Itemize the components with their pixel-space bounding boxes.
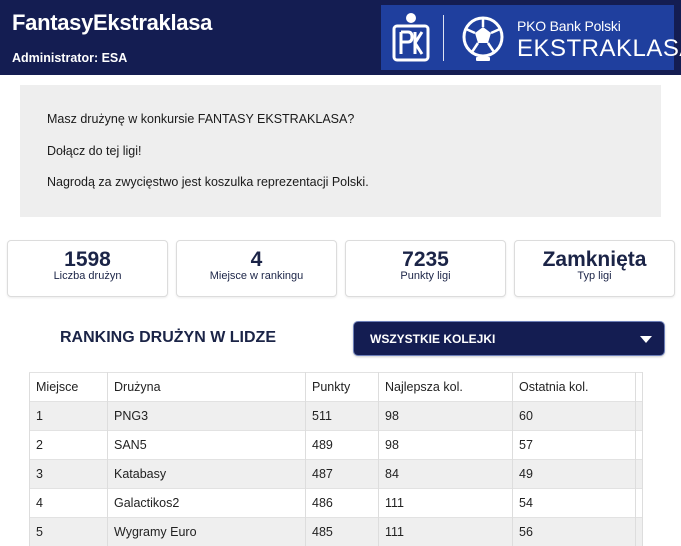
stat-value: 7235 (346, 248, 505, 272)
cell-rank: 1 (30, 402, 108, 431)
table-row[interactable]: 5 Wygramy Euro 485 111 56 (30, 518, 643, 546)
cell-rank: 3 (30, 460, 108, 489)
round-filter-dropdown[interactable]: WSZYSTKIE KOLEJKI (353, 321, 665, 356)
cell-points: 486 (306, 489, 379, 518)
cell-gutter (636, 431, 643, 460)
sponsor-banner[interactable]: PKO Bank Polski EKSTRAKLASA (381, 5, 674, 70)
cell-team[interactable]: Katabasy (108, 460, 306, 489)
cell-last-round: 56 (513, 518, 636, 546)
sponsor-subtitle: PKO Bank Polski (517, 18, 621, 34)
pko-bank-logo-icon (391, 10, 431, 65)
stat-value: 1598 (8, 248, 167, 272)
stat-card-teams: 1598 Liczba drużyn (7, 240, 168, 297)
ekstraklasa-ball-logo-icon (459, 15, 507, 63)
top-header: FantasyEkstraklasa Administrator: ESA PK… (0, 0, 681, 75)
sponsor-divider (443, 15, 444, 61)
stat-label: Liczba drużyn (8, 270, 167, 282)
cell-gutter (636, 518, 643, 546)
stat-card-rank: 4 Miejsce w rankingu (176, 240, 337, 297)
cell-gutter (636, 489, 643, 518)
table-header-row: Miejsce Drużyna Punkty Najlepsza kol. Os… (30, 373, 643, 402)
cell-points: 489 (306, 431, 379, 460)
column-header-rank[interactable]: Miejsce (30, 373, 108, 402)
cell-last-round: 57 (513, 431, 636, 460)
cell-last-round: 49 (513, 460, 636, 489)
ranking-table: Miejsce Drużyna Punkty Najlepsza kol. Os… (29, 372, 643, 546)
cell-best-round: 84 (379, 460, 513, 489)
stat-card-league-type: Zamknięta Typ ligi (514, 240, 675, 297)
table-row[interactable]: 2 SAN5 489 98 57 (30, 431, 643, 460)
cell-rank: 5 (30, 518, 108, 546)
info-join: Dołącz do tej ligi! (47, 144, 142, 158)
cell-rank: 2 (30, 431, 108, 460)
stat-card-points: 7235 Punkty ligi (345, 240, 506, 297)
info-question: Masz drużynę w konkursie FANTASY EKSTRAK… (47, 112, 354, 126)
table-row[interactable]: 1 PNG3 511 98 60 (30, 402, 643, 431)
cell-best-round: 98 (379, 402, 513, 431)
app-title[interactable]: FantasyEkstraklasa (12, 10, 212, 36)
round-filter-selected: WSZYSTKIE KOLEJKI (370, 332, 495, 346)
sponsor-title: EKSTRAKLASA (517, 35, 681, 63)
cell-team[interactable]: Wygramy Euro (108, 518, 306, 546)
column-header-last-round[interactable]: Ostatnia kol. (513, 373, 636, 402)
info-prize: Nagrodą za zwycięstwo jest koszulka repr… (47, 175, 369, 189)
cell-best-round: 111 (379, 489, 513, 518)
chevron-down-icon (640, 336, 652, 343)
stat-value: 4 (177, 248, 336, 272)
cell-last-round: 60 (513, 402, 636, 431)
table-row[interactable]: 3 Katabasy 487 84 49 (30, 460, 643, 489)
cell-points: 487 (306, 460, 379, 489)
cell-team[interactable]: Galactikos2 (108, 489, 306, 518)
administrator-label: Administrator: ESA (12, 51, 127, 65)
cell-team[interactable]: SAN5 (108, 431, 306, 460)
league-info-box: Masz drużynę w konkursie FANTASY EKSTRAK… (20, 85, 661, 217)
column-header-points[interactable]: Punkty (306, 373, 379, 402)
stat-label: Miejsce w rankingu (177, 270, 336, 282)
cell-gutter (636, 460, 643, 489)
ranking-title: RANKING DRUŻYN W LIDZE (60, 329, 276, 347)
table-scroll-gutter (636, 373, 643, 402)
column-header-team[interactable]: Drużyna (108, 373, 306, 402)
cell-points: 511 (306, 402, 379, 431)
cell-best-round: 98 (379, 431, 513, 460)
cell-last-round: 54 (513, 489, 636, 518)
column-header-best-round[interactable]: Najlepsza kol. (379, 373, 513, 402)
cell-team[interactable]: PNG3 (108, 402, 306, 431)
stat-value: Zamknięta (515, 248, 674, 272)
cell-gutter (636, 402, 643, 431)
stat-label: Punkty ligi (346, 270, 505, 282)
table-row[interactable]: 4 Galactikos2 486 111 54 (30, 489, 643, 518)
cell-best-round: 111 (379, 518, 513, 546)
stat-label: Typ ligi (515, 270, 674, 282)
cell-rank: 4 (30, 489, 108, 518)
cell-points: 485 (306, 518, 379, 546)
